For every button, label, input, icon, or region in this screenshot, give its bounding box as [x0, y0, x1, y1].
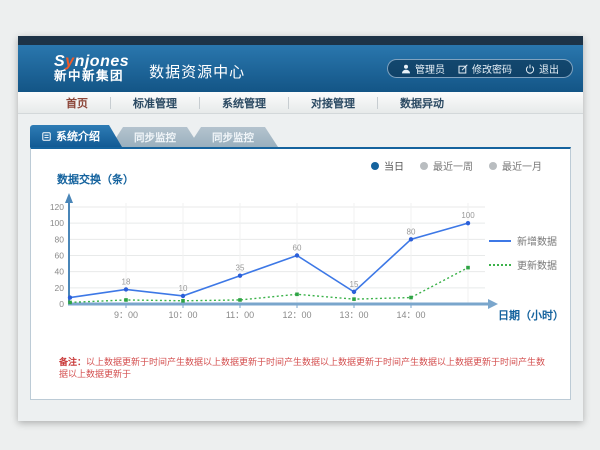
svg-text:10: 10 — [179, 284, 188, 293]
y-axis-title: 数据交换（条） — [57, 171, 134, 187]
tab-sync-monitor-1[interactable]: 同步监控 — [110, 127, 200, 147]
legend-label: 更新数据 — [517, 257, 557, 272]
nav-item-home[interactable]: 首页 — [44, 95, 110, 111]
tab-label: 系统介绍 — [56, 128, 100, 144]
period-filter: 当日 最近一周 最近一月 — [371, 158, 542, 173]
line-chart: 0 20 40 60 80 100 120 9：00 10：00 11：00 12：00 13：00 1… — [49, 187, 511, 329]
logo-wordmark: Synjones — [54, 54, 129, 71]
logo-subtitle: 新中新集团 — [54, 70, 129, 83]
logo-swoosh: y — [65, 53, 74, 70]
nav-item-standard-mgmt[interactable]: 标准管理 — [111, 95, 199, 111]
radio-label: 当日 — [384, 158, 404, 173]
legend-label: 新增数据 — [517, 233, 557, 248]
footnote: 备注：以上数据更新于时间产生数据以上数据更新于时间产生数据以上数据更新于时间产生… — [59, 356, 549, 380]
svg-text:40: 40 — [55, 267, 65, 277]
legend-line-sample — [489, 240, 511, 242]
svg-text:20: 20 — [55, 283, 65, 293]
tab-sync-monitor-2[interactable]: 同步监控 — [188, 127, 278, 147]
document-icon — [42, 132, 51, 141]
logout-button[interactable]: 退出 — [525, 61, 559, 76]
svg-text:80: 80 — [407, 227, 416, 236]
radio-dot-icon — [489, 162, 497, 170]
radio-option-last-week[interactable]: 最近一周 — [420, 158, 473, 173]
x-axis-title: 日期（小时） — [498, 307, 564, 323]
radio-label: 最近一月 — [502, 158, 542, 173]
radio-dot-icon — [371, 162, 379, 170]
app-window: Synjones 新中新集团 数据资源中心 管理员 修改密码 退出 — [18, 36, 583, 421]
svg-text:60: 60 — [55, 251, 65, 261]
nav-item-system-mgmt[interactable]: 系统管理 — [200, 95, 288, 111]
footnote-prefix: 备注： — [59, 357, 86, 367]
legend-line-sample — [489, 264, 511, 266]
user-menu: 管理员 修改密码 退出 — [387, 59, 573, 78]
user-label: 管理员 — [415, 61, 445, 76]
power-icon — [525, 64, 535, 74]
svg-text:14：00: 14：00 — [396, 310, 425, 320]
page-title: 数据资源中心 — [149, 55, 245, 82]
svg-text:11：00: 11：00 — [226, 310, 254, 320]
svg-text:9：00: 9：00 — [114, 310, 138, 320]
svg-text:80: 80 — [55, 234, 65, 244]
top-dark-strip — [18, 36, 583, 45]
radio-dot-icon — [420, 162, 428, 170]
main-nav: 首页 标准管理 系统管理 对接管理 数据异动 — [18, 92, 583, 114]
screen: Synjones 新中新集团 数据资源中心 管理员 修改密码 退出 — [0, 0, 600, 450]
tab-label: 同步监控 — [212, 130, 254, 145]
legend-item-updated-data[interactable]: 更新数据 — [489, 257, 557, 272]
legend-item-new-data[interactable]: 新增数据 — [489, 233, 557, 248]
svg-text:18: 18 — [122, 277, 131, 286]
tab-system-intro[interactable]: 系统介绍 — [30, 125, 122, 147]
svg-text:35: 35 — [236, 264, 245, 273]
svg-text:120: 120 — [50, 202, 64, 212]
edit-icon — [458, 64, 468, 74]
app-header: Synjones 新中新集团 数据资源中心 管理员 修改密码 退出 — [18, 45, 583, 92]
user-account-button[interactable]: 管理员 — [401, 61, 445, 76]
nav-item-data-change[interactable]: 数据异动 — [378, 95, 466, 111]
nav-item-interface-mgmt[interactable]: 对接管理 — [289, 95, 377, 111]
svg-text:0: 0 — [59, 299, 64, 309]
chart-panel: 当日 最近一周 最近一月 数据交换（条） 0 20 40 60 80 100 120 9：00… — [30, 147, 571, 400]
svg-text:60: 60 — [293, 244, 302, 253]
logout-label: 退出 — [539, 61, 559, 76]
change-password-label: 修改密码 — [472, 61, 512, 76]
user-icon — [401, 64, 411, 74]
change-password-button[interactable]: 修改密码 — [458, 61, 512, 76]
svg-text:15: 15 — [350, 280, 359, 289]
tab-bar: 系统介绍 同步监控 同步监控 — [30, 125, 278, 147]
svg-text:12：00: 12：00 — [282, 310, 311, 320]
chart-legend: 新增数据 更新数据 — [489, 233, 557, 272]
svg-text:100: 100 — [50, 218, 64, 228]
company-logo: Synjones 新中新集团 — [54, 54, 129, 84]
footnote-text: 以上数据更新于时间产生数据以上数据更新于时间产生数据以上数据更新于时间产生数据以… — [59, 357, 545, 379]
radio-option-last-month[interactable]: 最近一月 — [489, 158, 542, 173]
svg-text:10：00: 10：00 — [168, 310, 197, 320]
radio-option-today[interactable]: 当日 — [371, 158, 404, 173]
tab-label: 同步监控 — [134, 130, 176, 145]
radio-label: 最近一周 — [433, 158, 473, 173]
svg-text:13：00: 13：00 — [339, 310, 368, 320]
svg-text:100: 100 — [461, 211, 475, 220]
